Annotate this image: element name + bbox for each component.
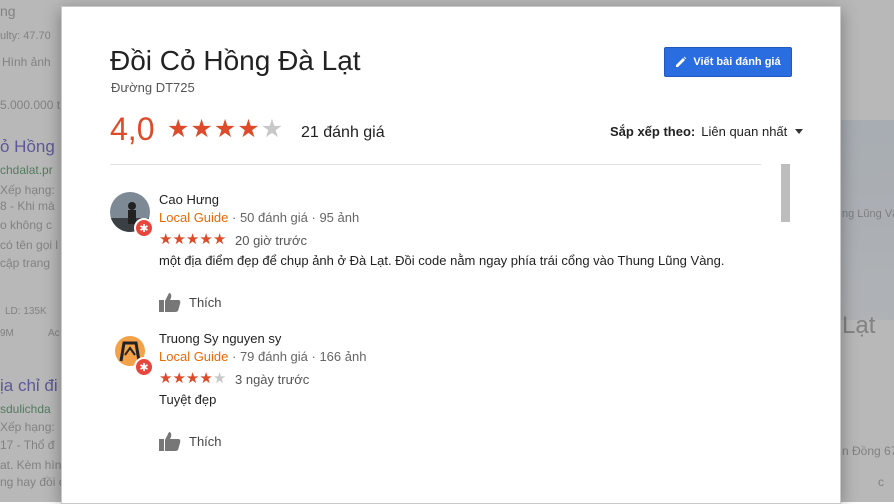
average-rating-stars: ★ ★ ★ ★ ★	[167, 117, 283, 142]
review-time: 3 ngày trước	[235, 372, 310, 387]
like-button[interactable]: Thích	[159, 292, 222, 312]
star-filled-icon: ★	[159, 231, 173, 248]
star-filled-icon: ★	[172, 231, 186, 248]
star-filled-icon: ★	[213, 115, 237, 143]
reviewer-meta: Local Guide · 79 đánh giá · 166 ảnh	[159, 349, 366, 364]
thumbs-up-icon	[159, 293, 181, 312]
review-text: Tuyệt đẹp	[159, 392, 217, 407]
like-label: Thích	[189, 433, 222, 449]
local-guide-label: Local Guide	[159, 210, 229, 225]
divider	[110, 164, 761, 165]
star-filled-icon: ★	[185, 231, 200, 248]
reviewer-stats: · 50 đánh giá · 95 ảnh	[228, 210, 360, 225]
thumbs-up-icon	[159, 432, 181, 451]
place-address: Đường DT725	[111, 80, 195, 95]
write-review-button[interactable]: Viết bài đánh giá	[664, 47, 792, 77]
local-guide-badge-icon: ✱	[134, 218, 154, 238]
star-filled-icon: ★	[199, 370, 213, 387]
write-review-label: Viết bài đánh giá	[693, 56, 781, 68]
star-filled-icon: ★	[185, 370, 200, 387]
scrollbar-thumb[interactable]	[781, 164, 790, 222]
local-guide-label: Local Guide	[159, 349, 229, 364]
star-empty-icon: ★	[260, 115, 284, 143]
pencil-icon	[676, 56, 687, 67]
star-empty-icon: ★	[212, 370, 227, 387]
like-label: Thích	[189, 294, 222, 310]
chevron-down-icon	[795, 129, 804, 134]
reviewer-stats: · 79 đánh giá · 166 ảnh	[228, 349, 367, 364]
review-stars: ★ ★ ★ ★ ★	[159, 371, 226, 386]
sort-label: Sắp xếp theo:	[610, 124, 696, 139]
star-filled-icon: ★	[190, 115, 213, 143]
reviewer-name[interactable]: Cao Hưng	[159, 192, 219, 207]
star-filled-icon: ★	[167, 115, 190, 143]
star-filled-icon: ★	[199, 231, 213, 248]
like-button[interactable]: Thích	[159, 431, 222, 451]
reviewer-meta: Local Guide · 50 đánh giá · 95 ảnh	[159, 210, 359, 225]
review-time: 20 giờ trước	[235, 233, 307, 248]
star-filled-icon: ★	[172, 370, 186, 387]
local-guide-badge-icon: ✱	[134, 357, 154, 377]
average-rating: 4,0	[110, 111, 155, 147]
sort-dropdown[interactable]: Sắp xếp theo: Liên quan nhất	[610, 124, 804, 139]
star-filled-icon: ★	[212, 231, 227, 248]
reviewer-name[interactable]: Truong Sy nguyen sy	[159, 331, 281, 346]
review-text: một địa điểm đẹp để chụp ảnh ở Đà Lạt. Đ…	[159, 253, 725, 268]
review-stars: ★ ★ ★ ★ ★	[159, 232, 226, 247]
place-title: Đồi Cỏ Hồng Đà Lạt	[110, 45, 361, 76]
reviews-dialog: Đồi Cỏ Hồng Đà Lạt Đường DT725 Viết bài …	[61, 6, 841, 504]
sort-value: Liên quan nhất	[701, 124, 788, 139]
star-filled-icon: ★	[159, 370, 173, 387]
review-count[interactable]: 21 đánh giá	[301, 124, 385, 142]
star-filled-icon: ★	[237, 115, 260, 143]
